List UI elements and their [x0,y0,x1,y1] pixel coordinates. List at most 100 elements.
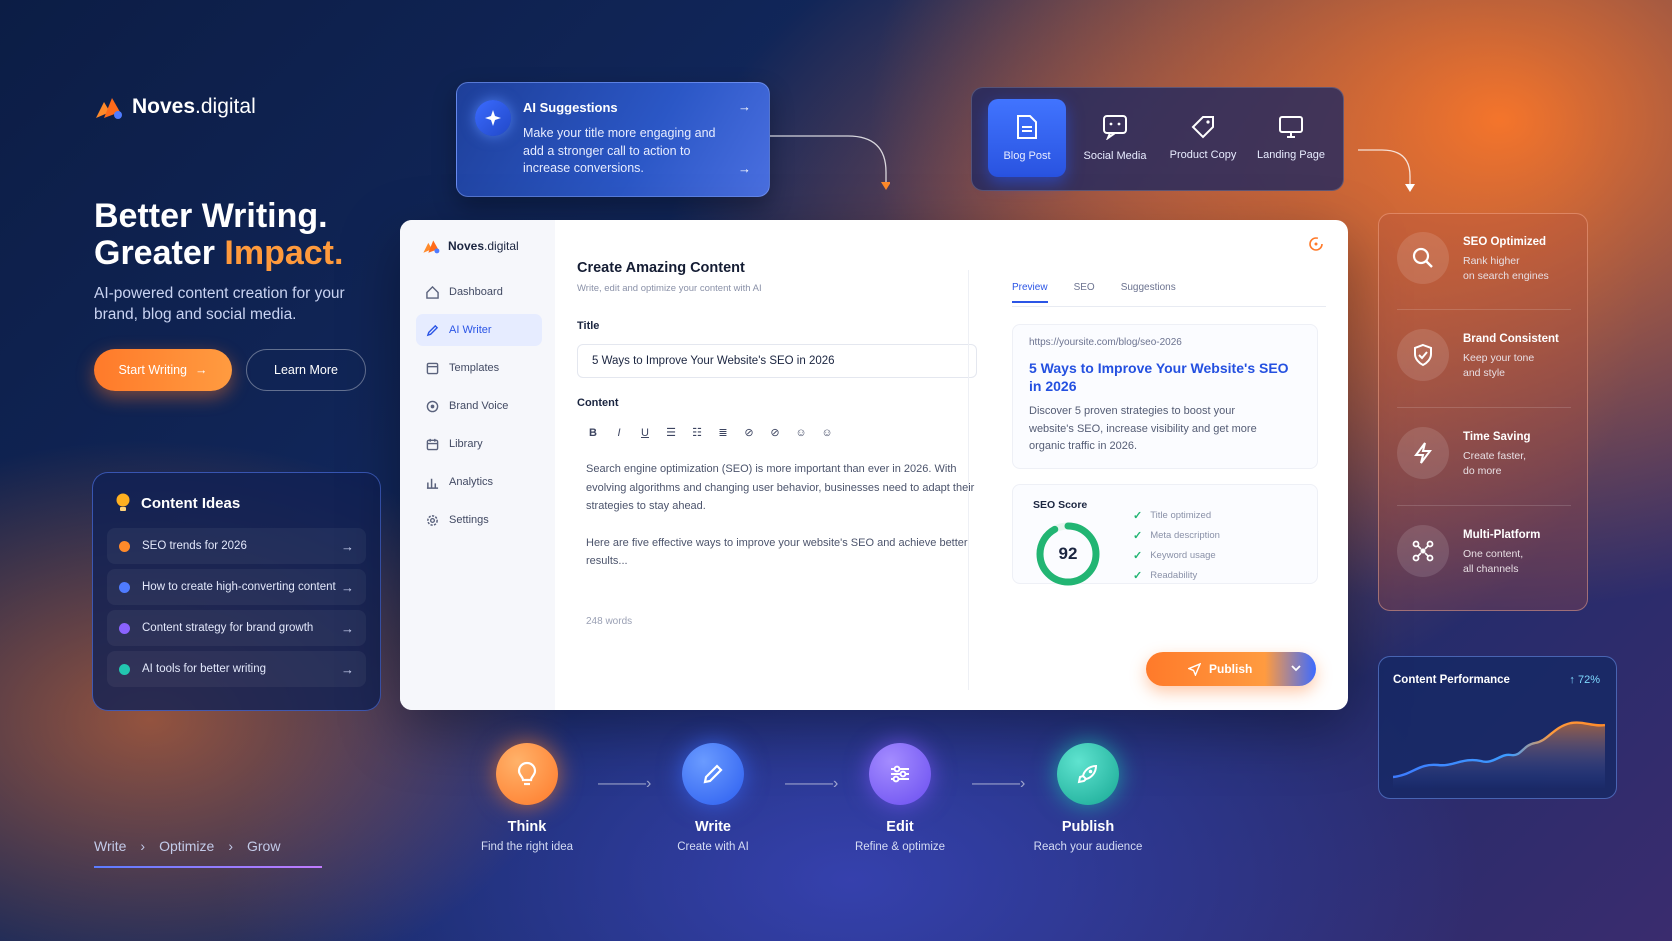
sidebar-item-label: Settings [449,514,489,526]
breadcrumb-item[interactable]: Write [94,838,126,854]
publish-label: Publish [1209,662,1253,676]
sidebar: Noves.digital Dashboard AI Writer Templa… [400,220,555,710]
content-ideas-header: Content Ideas [115,493,240,513]
arrow-right-icon[interactable]: → [738,161,751,176]
content-type-landing-page[interactable]: Landing Page [1252,99,1330,177]
step-name: Publish [1061,819,1115,835]
sidebar-item-settings[interactable]: Settings [416,504,542,536]
underline-button[interactable]: U [638,427,652,439]
bullet-list-button[interactable]: ☰ [664,426,678,439]
gear-icon [427,514,438,526]
align-button[interactable]: ≣ [716,426,730,439]
feature-title: Multi-Platform [1463,529,1541,541]
chevron-right-icon: › [228,838,233,854]
content-type-social-media[interactable]: Social Media [1076,99,1154,177]
step-write: Write Create with AI [633,743,793,853]
learn-more-button[interactable]: Learn More [246,349,366,391]
publish-button[interactable]: Publish [1146,652,1316,686]
send-icon [1188,662,1201,676]
content-type-label: Product Copy [1169,149,1237,161]
word-count: 248 words [586,616,633,627]
sidebar-item-ai-writer[interactable]: AI Writer [416,314,542,346]
feature-desc: all channels [1463,563,1519,575]
feature-desc: One content, [1463,548,1524,560]
arrow-right-icon: → [341,620,354,636]
shield-icon [1397,329,1449,381]
hero-line-1: Better Writing. [94,197,328,235]
tag-icon [1191,116,1214,139]
divider [1012,306,1326,307]
idea-dot [119,540,130,552]
check-item: ✓ Meta description [1133,525,1220,545]
step-desc: Reach your audience [1033,841,1143,853]
sidebar-item-brand-voice[interactable]: Brand Voice [416,390,542,422]
sidebar-item-dashboard[interactable]: Dashboard [416,276,542,308]
checkmark-icon: ✓ [1133,549,1143,562]
emoji-button[interactable]: ☺ [794,427,808,439]
numbered-list-button[interactable]: ☷ [690,426,704,439]
idea-item[interactable]: How to create high-converting content → [107,569,366,605]
tab-seo[interactable]: SEO [1074,282,1095,303]
content-paragraph: Here are five effective ways to improve … [586,536,968,568]
brand-logo[interactable]: Noves.digital [94,94,256,120]
breadcrumb-item[interactable]: Optimize [159,838,214,854]
arrow-right-icon[interactable]: → [738,99,751,114]
arrow-right-icon: → [341,579,354,595]
check-label: Readability [1150,569,1198,581]
start-writing-button[interactable]: Start Writing → [94,349,232,391]
content-editor[interactable]: Search engine optimization (SEO) is more… [586,460,976,571]
sidebar-item-analytics[interactable]: Analytics [416,466,542,498]
chevron-right-icon: › [140,838,146,854]
idea-item[interactable]: SEO trends for 2026 → [107,528,366,564]
lightning-icon [1397,427,1449,479]
sidebar-brand-name: Noves [448,239,485,253]
bar-chart-icon [426,478,439,489]
link-button[interactable]: ⊘ [742,426,756,439]
home-icon [426,285,439,299]
breadcrumb-item[interactable]: Grow [247,838,280,854]
arrow-right-icon: → [341,661,354,677]
sidebar-item-templates[interactable]: Templates [416,352,542,384]
check-label: Title optimized [1150,509,1212,521]
divider [968,270,969,690]
italic-button[interactable]: I [612,427,626,439]
content-type-blog-post[interactable]: Blog Post [988,99,1066,177]
idea-item[interactable]: Content strategy for brand growth → [107,610,366,646]
divider [1397,505,1571,506]
sidebar-item-label: AI Writer [449,324,492,336]
breadcrumb-underline [94,866,322,868]
emoji-button[interactable]: ☺ [820,427,834,439]
seo-score-label: SEO Score [1033,499,1088,511]
feature-seo-optimized: SEO Optimized Rank higher on search engine… [1397,232,1549,284]
unlink-button[interactable]: ⊘ [768,426,782,439]
hero-title: Better Writing. Greater Impact. [94,198,343,272]
monitor-icon [1279,116,1303,138]
refresh-icon[interactable] [1308,236,1324,252]
ai-suggestions-card[interactable]: AI Suggestions Make your title more enga… [456,82,770,197]
check-item: ✓ Title optimized [1133,505,1220,525]
sidebar-item-library[interactable]: Library [416,428,542,460]
step-name: Edit [886,819,914,835]
feature-title: Time Saving [1463,431,1531,443]
bold-button[interactable]: B [586,427,600,439]
sidebar-brand[interactable]: Noves.digital [422,238,519,254]
template-icon [426,362,439,374]
step-publish: Publish Reach your audience [1008,743,1168,853]
logo-mark-icon [96,98,122,119]
title-input[interactable]: 5 Ways to Improve Your Website's SEO in … [577,344,977,378]
feature-title: SEO Optimized [1463,236,1547,248]
content-field-label: Content [577,397,619,409]
brand-domain: .digital [195,95,256,118]
idea-label: AI tools for better writing [142,663,266,675]
seo-score-card: SEO Score 92 ✓ Title optimized ✓ Meta desc… [1012,484,1318,586]
seo-score-value: 92 [1058,544,1078,563]
tab-preview[interactable]: Preview [1012,282,1048,303]
idea-item[interactable]: AI tools for better writing → [107,651,366,687]
chevron-down-icon[interactable] [1290,662,1302,674]
content-ideas-title: Content Ideas [141,494,241,512]
tab-suggestions[interactable]: Suggestions [1121,282,1176,303]
logo-mark-icon [423,240,440,254]
page-subtitle: Write, edit and optimize your content wi… [577,283,762,294]
calendar-icon [426,438,439,450]
content-type-product-copy[interactable]: Product Copy [1164,99,1242,177]
